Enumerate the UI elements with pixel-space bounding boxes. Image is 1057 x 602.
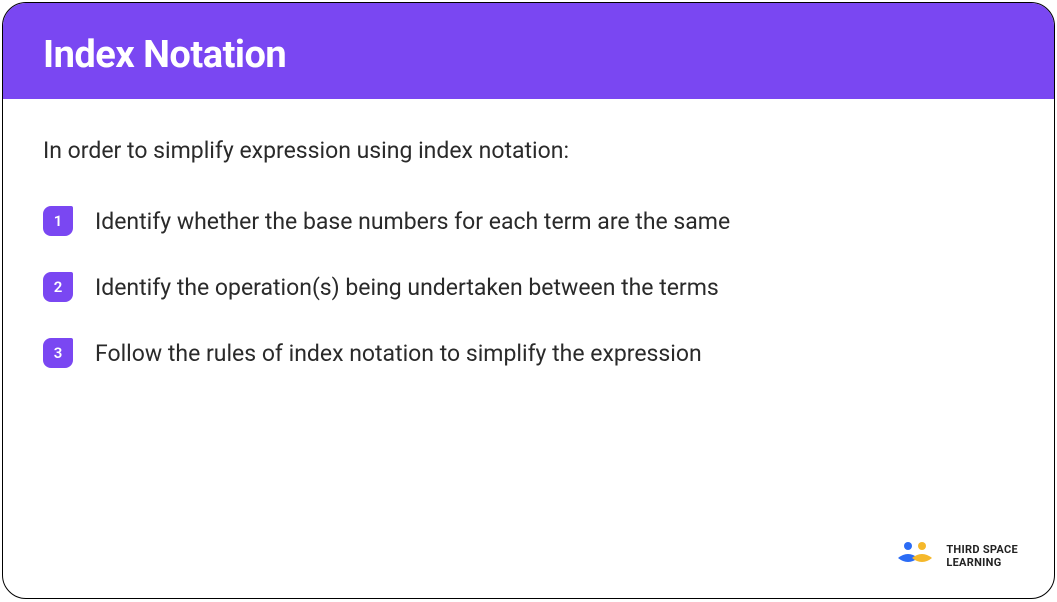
logo-mark-icon	[896, 540, 936, 572]
steps-list: 1 Identify whether the base numbers for …	[43, 206, 1014, 368]
step-text: Identify whether the base numbers for ea…	[95, 208, 730, 235]
intro-text: In order to simplify expression using in…	[43, 137, 1014, 164]
brand-line2: LEARNING	[946, 556, 1018, 569]
brand-name: THIRD SPACE LEARNING	[946, 543, 1018, 569]
list-item: 2 Identify the operation(s) being undert…	[43, 272, 1014, 302]
step-number-badge: 2	[43, 272, 73, 302]
card-content: In order to simplify expression using in…	[3, 99, 1054, 368]
brand-logo: THIRD SPACE LEARNING	[896, 540, 1018, 572]
info-card: Index Notation In order to simplify expr…	[2, 2, 1055, 599]
step-text: Follow the rules of index notation to si…	[95, 340, 702, 367]
page-title: Index Notation	[43, 33, 1014, 77]
step-number-badge: 3	[43, 338, 73, 368]
brand-line1: THIRD SPACE	[946, 543, 1018, 556]
list-item: 1 Identify whether the base numbers for …	[43, 206, 1014, 236]
card-header: Index Notation	[3, 3, 1054, 99]
list-item: 3 Follow the rules of index notation to …	[43, 338, 1014, 368]
step-number-badge: 1	[43, 206, 73, 236]
step-text: Identify the operation(s) being undertak…	[95, 274, 719, 301]
